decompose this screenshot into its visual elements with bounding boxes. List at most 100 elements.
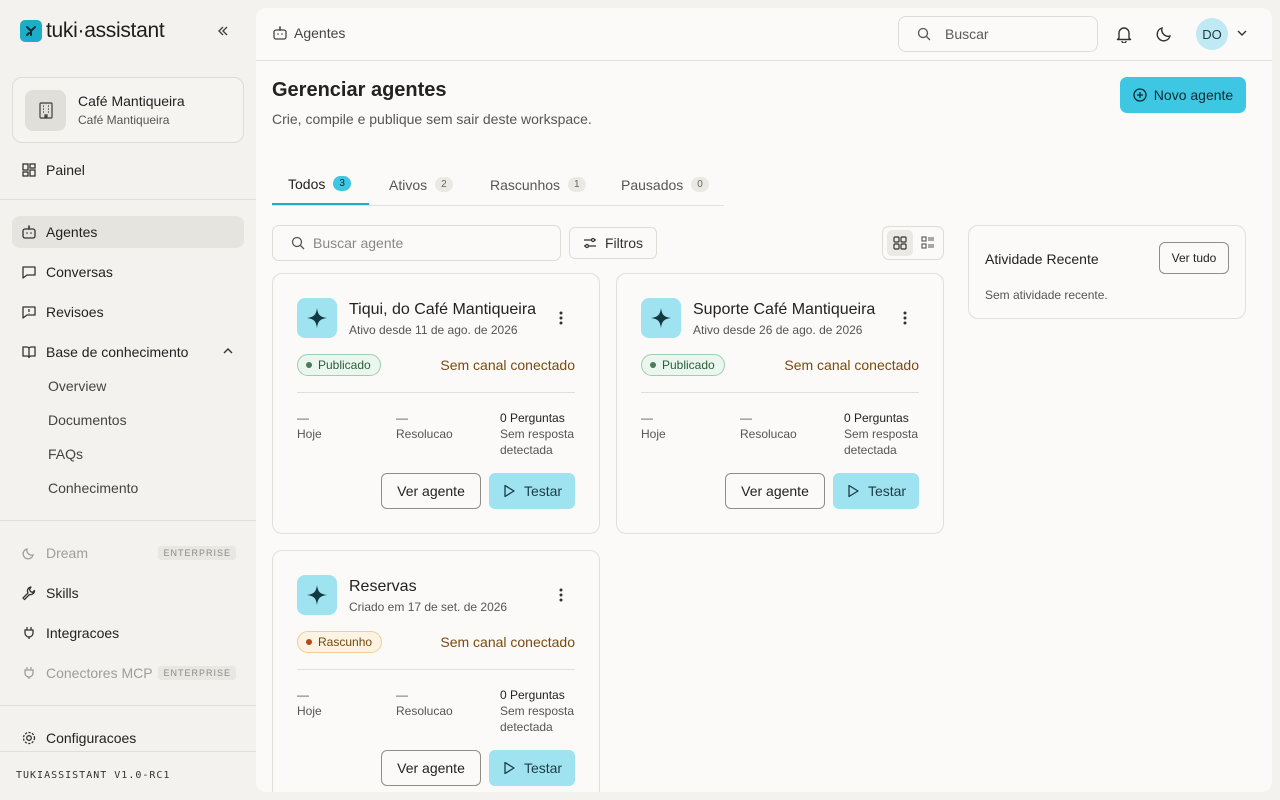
sidebar-item-label: Configuracoes bbox=[46, 730, 137, 746]
logo-prefix: tuki bbox=[46, 19, 78, 42]
sparkle-icon bbox=[641, 298, 681, 338]
sidebar-item-label: Agentes bbox=[46, 224, 98, 240]
plug-icon bbox=[20, 664, 38, 682]
card-divider bbox=[641, 392, 919, 393]
breadcrumb-current[interactable]: Agentes bbox=[294, 25, 345, 41]
sidebar-item-painel[interactable]: Painel bbox=[12, 154, 244, 186]
sidebar-subitem-faqs[interactable]: FAQs bbox=[48, 446, 83, 462]
breadcrumb: Agentes bbox=[272, 25, 345, 41]
tab-todos[interactable]: Todos 3 bbox=[272, 164, 369, 205]
agent-search-input[interactable]: Buscar agente bbox=[272, 225, 561, 261]
sparkle-icon bbox=[297, 298, 337, 338]
stat-resolution: — Resolucao bbox=[396, 411, 453, 441]
agent-card[interactable]: Reservas Criado em 17 de set. de 2026 Ra… bbox=[272, 550, 600, 792]
agent-date: Criado em 17 de set. de 2026 bbox=[349, 600, 508, 614]
channel-status: Sem canal conectado bbox=[784, 357, 919, 373]
filters-button[interactable]: Filtros bbox=[569, 227, 657, 259]
sidebar-item-conversas[interactable]: Conversas bbox=[12, 256, 244, 288]
dark-mode-moon-icon[interactable] bbox=[1154, 24, 1174, 44]
plus-circle-icon bbox=[1133, 88, 1147, 102]
agent-date: Ativo desde 26 de ago. de 2026 bbox=[693, 323, 863, 337]
recent-activity-panel: Atividade Recente Ver tudo Sem atividade… bbox=[968, 225, 1246, 319]
sidebar-item-base-conhecimento[interactable]: Base de conhecimento bbox=[12, 336, 244, 368]
filters-label: Filtros bbox=[604, 235, 644, 251]
stat-questions: 0 Perguntas Sem resposta detectada bbox=[500, 688, 575, 734]
more-options-icon[interactable] bbox=[895, 308, 915, 328]
new-agent-button[interactable]: Novo agente bbox=[1120, 77, 1246, 113]
search-icon bbox=[291, 236, 305, 250]
sidebar-item-integracoes[interactable]: Integracoes bbox=[12, 617, 244, 649]
activity-title: Atividade Recente bbox=[985, 251, 1099, 267]
view-agent-button[interactable]: Ver agente bbox=[381, 473, 481, 509]
page-title: Gerenciar agentes bbox=[272, 79, 447, 101]
logo-suffix: assistant bbox=[84, 19, 165, 42]
more-options-icon[interactable] bbox=[551, 585, 571, 605]
enterprise-badge: ENTERPRISE bbox=[158, 666, 236, 680]
channel-status: Sem canal conectado bbox=[440, 357, 575, 373]
enterprise-badge: ENTERPRISE bbox=[158, 546, 236, 560]
tab-count: 2 bbox=[435, 177, 453, 192]
bot-icon bbox=[20, 223, 38, 241]
logo-icon bbox=[20, 20, 42, 42]
tab-pausados[interactable]: Pausados 0 bbox=[621, 164, 709, 205]
workspace-switcher[interactable]: Café Mantiqueira Café Mantiqueira bbox=[12, 77, 244, 143]
tab-rascunhos[interactable]: Rascunhos 1 bbox=[490, 164, 586, 205]
stat-resolution: — Resolucao bbox=[740, 411, 797, 441]
view-agent-button[interactable]: Ver agente bbox=[725, 473, 825, 509]
tab-count: 0 bbox=[691, 177, 709, 192]
tab-count: 3 bbox=[333, 176, 351, 191]
global-search-input[interactable]: Buscar bbox=[898, 16, 1098, 52]
tab-label: Todos bbox=[288, 175, 326, 192]
agent-date: Ativo desde 11 de ago. de 2026 bbox=[349, 323, 518, 337]
agent-card[interactable]: Tiqui, do Café Mantiqueira Ativo desde 1… bbox=[272, 273, 600, 534]
search-icon bbox=[917, 27, 931, 41]
test-agent-button[interactable]: Testar bbox=[833, 473, 919, 509]
grid-view-icon[interactable] bbox=[887, 230, 913, 256]
sliders-icon bbox=[583, 237, 596, 249]
stat-resolution: — Resolucao bbox=[396, 688, 453, 718]
status-badge: Publicado bbox=[297, 354, 381, 376]
list-view-icon[interactable] bbox=[915, 230, 941, 256]
view-all-button[interactable]: Ver tudo bbox=[1159, 242, 1229, 274]
sidebar-item-label: Painel bbox=[46, 162, 85, 178]
sidebar-divider bbox=[0, 751, 256, 752]
sidebar-item-configuracoes[interactable]: Configuracoes bbox=[12, 722, 244, 754]
building-icon bbox=[25, 89, 66, 131]
main-panel: Agentes Buscar DO Gerenciar agentes Crie… bbox=[256, 8, 1272, 792]
page-subtitle: Crie, compile e publique sem sair deste … bbox=[272, 111, 592, 127]
tab-ativos[interactable]: Ativos 2 bbox=[389, 164, 453, 205]
test-agent-button[interactable]: Testar bbox=[489, 473, 575, 509]
sidebar-item-dream[interactable]: Dream ENTERPRISE bbox=[12, 537, 244, 569]
collapse-sidebar-icon[interactable] bbox=[214, 22, 232, 40]
test-agent-button[interactable]: Testar bbox=[489, 750, 575, 786]
stat-questions: 0 Perguntas Sem resposta detectada bbox=[844, 411, 919, 457]
tab-label: Pausados bbox=[621, 176, 684, 193]
sidebar-item-revisoes[interactable]: Revisoes bbox=[12, 296, 244, 328]
sidebar-item-agentes[interactable]: Agentes bbox=[12, 216, 244, 248]
view-agent-button[interactable]: Ver agente bbox=[381, 750, 481, 786]
sidebar-item-conectores-mcp[interactable]: Conectores MCP ENTERPRISE bbox=[12, 657, 244, 689]
play-icon bbox=[848, 484, 859, 498]
sidebar-subitem-documentos[interactable]: Documentos bbox=[48, 412, 127, 428]
user-avatar[interactable]: DO bbox=[1196, 18, 1228, 50]
activity-empty-text: Sem atividade recente. bbox=[985, 288, 1108, 302]
agent-card[interactable]: Suporte Café Mantiqueira Ativo desde 26 … bbox=[616, 273, 944, 534]
bell-icon[interactable] bbox=[1114, 24, 1134, 44]
play-icon bbox=[504, 484, 515, 498]
chevron-up-icon[interactable] bbox=[222, 345, 234, 357]
new-agent-label: Novo agente bbox=[1153, 87, 1234, 103]
app-version: TUKIASSISTANT V1.0-RC1 bbox=[16, 770, 171, 781]
stat-today: — Hoje bbox=[641, 411, 666, 441]
more-options-icon[interactable] bbox=[551, 308, 571, 328]
sidebar-item-skills[interactable]: Skills bbox=[12, 577, 244, 609]
plug-icon bbox=[20, 624, 38, 642]
chevron-down-icon[interactable] bbox=[1236, 27, 1248, 39]
sidebar-subitem-overview[interactable]: Overview bbox=[48, 378, 106, 394]
app-logo[interactable]: tuki·assistant bbox=[20, 19, 236, 43]
topbar: Agentes Buscar DO bbox=[256, 8, 1272, 61]
chat-icon bbox=[20, 263, 38, 281]
sidebar-item-label: Conectores MCP bbox=[46, 665, 153, 681]
sidebar-subitem-conhecimento[interactable]: Conhecimento bbox=[48, 480, 138, 496]
sidebar: tuki·assistant Café Mantiqueira Café Man… bbox=[0, 0, 256, 800]
agent-tabs: Todos 3 Ativos 2 Rascunhos 1 Pausados 0 bbox=[272, 164, 724, 206]
